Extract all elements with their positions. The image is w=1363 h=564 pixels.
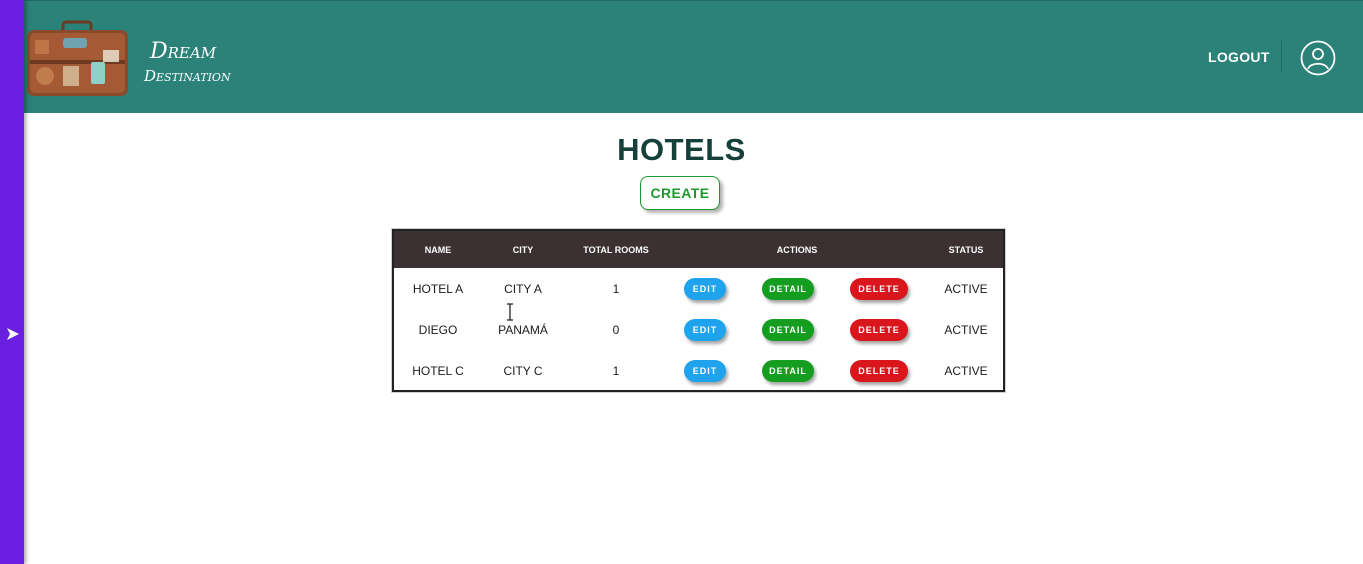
delete-button[interactable]: DELETE <box>850 360 908 382</box>
logout-button[interactable]: LOGOUT <box>1208 49 1270 65</box>
header-divider <box>1281 41 1282 73</box>
delete-button[interactable]: DELETE <box>850 319 908 341</box>
brand-line-2: Destination <box>144 67 231 85</box>
cell-status: ACTIVE <box>944 282 988 296</box>
cell-status: ACTIVE <box>944 364 988 378</box>
cell-city: CITY A <box>504 282 542 296</box>
column-header-name: NAME <box>424 244 452 255</box>
brand-name: Dream Destination <box>144 41 231 84</box>
top-header: Dream Destination LOGOUT <box>24 0 1363 113</box>
cell-name: HOTEL C <box>412 364 464 378</box>
hotels-table: NAME CITY TOTAL ROOMS ACTIONS STATUS HOT… <box>392 229 1005 392</box>
user-circle-icon[interactable] <box>1300 40 1336 76</box>
detail-button[interactable]: DETAIL <box>762 360 814 382</box>
cell-status: ACTIVE <box>944 323 988 337</box>
column-header-total-rooms: TOTAL ROOMS <box>583 244 649 255</box>
cell-name: HOTEL A <box>412 282 464 296</box>
cell-name: DIEGO <box>418 323 458 337</box>
column-header-actions: ACTIONS <box>776 244 818 255</box>
detail-button[interactable]: DETAIL <box>762 278 814 300</box>
arrow-right-icon[interactable] <box>4 324 22 344</box>
cell-total-rooms: 0 <box>612 323 620 337</box>
text-cursor-icon <box>505 303 515 321</box>
page-title: HOTELS <box>617 132 746 167</box>
cell-city: PANAMÁ <box>498 323 548 337</box>
cell-city: CITY C <box>503 364 543 378</box>
table-header: NAME CITY TOTAL ROOMS ACTIONS STATUS <box>394 231 1003 268</box>
brand-line-1: Dream <box>150 39 217 64</box>
cell-total-rooms: 1 <box>612 282 620 296</box>
edit-button[interactable]: EDIT <box>684 278 726 300</box>
column-header-city: CITY <box>512 244 534 255</box>
sidebar <box>0 0 24 564</box>
suitcase-logo-icon <box>27 20 128 96</box>
edit-button[interactable]: EDIT <box>684 360 726 382</box>
column-header-status: STATUS <box>948 244 984 255</box>
edit-button[interactable]: EDIT <box>684 319 726 341</box>
detail-button[interactable]: DETAIL <box>762 319 814 341</box>
cell-total-rooms: 1 <box>612 364 620 378</box>
create-button[interactable]: CREATE <box>640 176 720 210</box>
delete-button[interactable]: DELETE <box>850 278 908 300</box>
